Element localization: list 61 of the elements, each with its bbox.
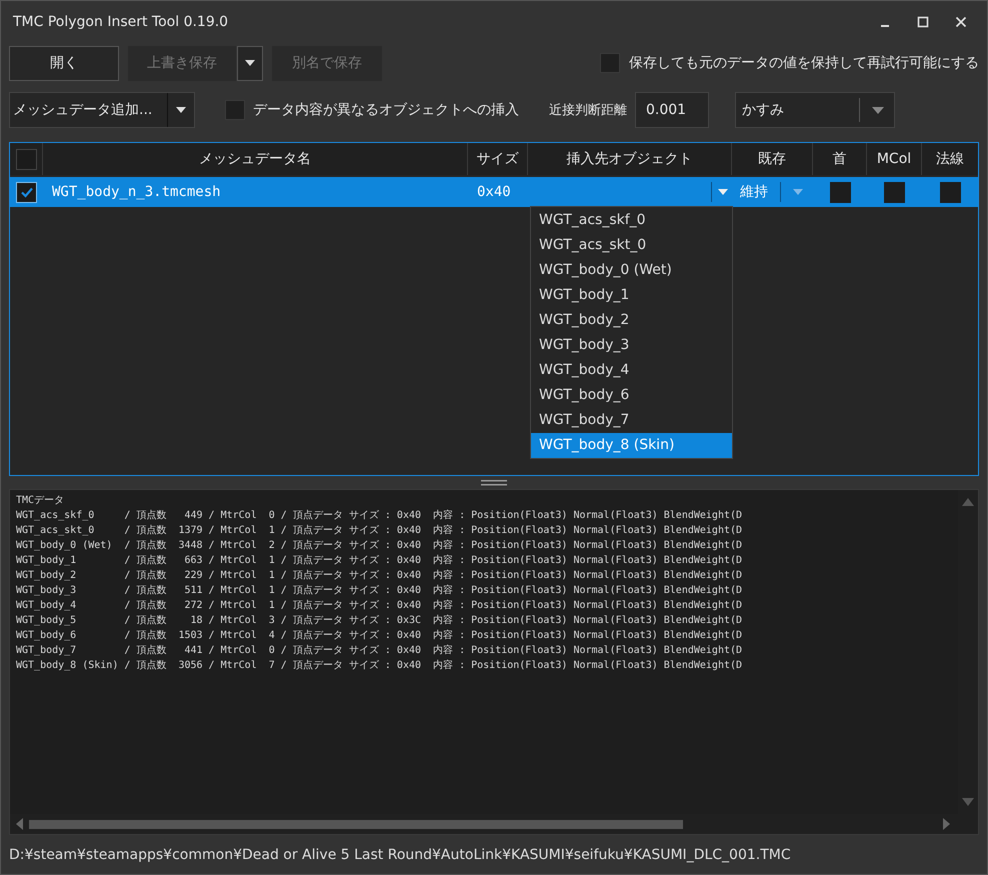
- table-cell: 0x40: [477, 184, 511, 200]
- maximize-icon[interactable]: [917, 16, 929, 28]
- log-line: WGT_body_0 (Wet) / 頂点数 3448 / MtrCol 2 / 頂点データ サイズ : 0x40 内容 : Position(Float3) Normal(Float3) BlendWeight(D: [16, 538, 744, 553]
- log-line: WGT_body_2 / 頂点数 229 / MtrCol 1 / 頂点データ サイズ : 0x40 内容 : Position(Float3) Normal(Float3) BlendWeight(D: [16, 568, 744, 583]
- scroll-right-icon[interactable]: [943, 818, 950, 830]
- log-line: WGT_body_3 / 頂点数 511 / MtrCol 1 / 頂点データ サイズ : 0x40 内容 : Position(Float3) Normal(Float3) BlendWeight(D: [16, 584, 744, 598]
- window-title: TMC Polygon Insert Tool 0.19.0: [13, 14, 228, 30]
- caret-icon: [793, 189, 803, 195]
- column-header[interactable]: サイズ: [468, 143, 528, 175]
- log-line: WGT_body_4 / 頂点数 272 / MtrCol 1 / 頂点データ サイズ : 0x40 内容 : Position(Float3) Normal(Float3) BlendWeight(D: [16, 598, 744, 613]
- existing-dropdown[interactable]: 維持: [740, 182, 803, 202]
- log-line: TMCデータ: [16, 494, 66, 508]
- dropdown-option[interactable]: WGT_body_0 (Wet): [531, 258, 732, 283]
- dropdown-option[interactable]: WGT_acs_skt_0: [531, 233, 732, 258]
- caret-icon: [176, 107, 186, 113]
- column-header[interactable]: 首: [813, 143, 867, 175]
- distance-field[interactable]: 0.001: [635, 92, 709, 128]
- dropdown-option[interactable]: WGT_body_1: [531, 283, 732, 308]
- dropdown-option[interactable]: WGT_acs_skf_0: [531, 208, 732, 233]
- dropdown-option[interactable]: WGT_body_4: [531, 358, 732, 383]
- log-line: WGT_body_8 (Skin) / 頂点数 3056 / MtrCol 7 / 頂点データ サイズ : 0x40 内容 : Position(Float3) Normal(Float3) BlendWeight(D: [16, 658, 744, 673]
- select-all-checkbox[interactable]: [16, 148, 36, 170]
- caret-icon: [718, 189, 728, 195]
- character-dropdown[interactable]: かすみ: [735, 92, 895, 128]
- splitter-grip-icon[interactable]: [481, 480, 507, 486]
- column-header[interactable]: 挿入先オブジェクト: [528, 143, 732, 175]
- column-header[interactable]: 既存: [732, 143, 813, 175]
- table-cell: WGT_body_n_3.tmcmesh: [52, 184, 221, 200]
- log-line: WGT_acs_skf_0 / 頂点数 449 / MtrCol 0 / 頂点データ サイズ : 0x40 内容 : Position(Float3) Normal(Float3) BlendWeight(D: [16, 508, 744, 523]
- checkbox[interactable]: [225, 100, 245, 120]
- scroll-left-icon[interactable]: [16, 818, 23, 830]
- mesh-add-dropdown[interactable]: メッシュデータ追加...: [9, 92, 195, 128]
- log-line: WGT_body_5 / 頂点数 18 / MtrCol 3 / 頂点データ サイズ : 0x3C 内容 : Position(Float3) Normal(Float3) BlendWeight(D: [16, 614, 744, 628]
- open-button[interactable]: 開く: [9, 46, 119, 80]
- checkbox-label: 保存しても元のデータの値を保持して再試行可能にする: [629, 54, 979, 72]
- dropdown-button[interactable]: [237, 46, 263, 80]
- log-line: WGT_body_7 / 頂点数 441 / MtrCol 0 / 頂点データ サイズ : 0x40 内容 : Position(Float3) Normal(Float3) BlendWeight(D: [16, 644, 744, 658]
- file-path: D:¥steam¥steamapps¥common¥Dead or Alive 5 Last Round¥AutoLink¥KASUMI¥seifuku¥KASUMI_DLC_001.TMC: [8, 846, 792, 863]
- log-line: WGT_acs_skt_0 / 頂点数 1379 / MtrCol 1 / 頂点データ サイズ : 0x40 内容 : Position(Float3) Normal(Float3) BlendWeight(D: [16, 524, 744, 538]
- close-icon[interactable]: [955, 16, 967, 28]
- neck-checkbox[interactable]: [830, 182, 850, 202]
- log-line: WGT_body_1 / 頂点数 663 / MtrCol 1 / 頂点データ サイズ : 0x40 内容 : Position(Float3) Normal(Float3) BlendWeight(D: [16, 554, 744, 568]
- distance-label: 近接判断距離: [549, 102, 627, 119]
- table-row[interactable]: WGT_body_n_3.tmcmesh 0x40 維持: [10, 177, 978, 207]
- dropdown-option[interactable]: WGT_body_7: [531, 408, 732, 433]
- scrollbar-thumb[interactable]: [29, 820, 683, 828]
- caret-icon: [872, 106, 884, 114]
- row-checkbox[interactable]: [16, 182, 37, 202]
- log-line: WGT_body_6 / 頂点数 1503 / MtrCol 4 / 頂点データ サイズ : 0x40 内容 : Position(Float3) Normal(Float3) BlendWeight(D: [16, 628, 744, 643]
- checkbox-label: データ内容が異なるオブジェクトへの挿入: [253, 101, 519, 119]
- column-header[interactable]: MCol: [867, 143, 922, 175]
- column-header[interactable]: 法線: [922, 143, 978, 175]
- checkbox[interactable]: [600, 53, 620, 73]
- dropdown-option[interactable]: WGT_body_8 (Skin): [531, 433, 732, 458]
- dropdown-option[interactable]: WGT_body_2: [531, 308, 732, 333]
- dropdown-option[interactable]: WGT_body_6: [531, 383, 732, 408]
- mcol-checkbox[interactable]: [884, 182, 905, 202]
- column-header[interactable]: メッシュデータ名: [43, 143, 468, 175]
- caret-icon: [245, 60, 255, 66]
- dropdown-option[interactable]: WGT_body_3: [531, 333, 732, 358]
- normal-checkbox[interactable]: [940, 182, 960, 202]
